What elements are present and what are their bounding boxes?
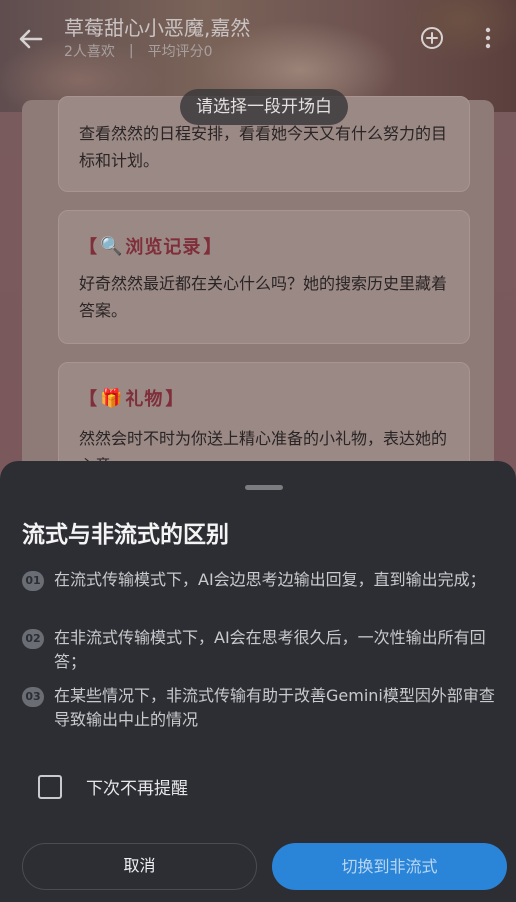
stats-separator: | xyxy=(128,43,134,59)
character-name: 草莓甜心小恶魔,嘉然 xyxy=(64,16,251,40)
character-stats: 2人喜欢 | 平均评分0 xyxy=(64,41,213,61)
dont-remind-checkbox[interactable] xyxy=(38,774,62,799)
info-item-text: 在流式传输模式下，AI会边思考边输出回复，直到输出完成； xyxy=(54,570,486,589)
arrow-left-icon xyxy=(19,29,43,49)
bracket-close: 】 xyxy=(165,389,185,410)
add-button[interactable] xyxy=(418,24,446,52)
drag-handle[interactable] xyxy=(245,485,283,490)
more-options-button[interactable] xyxy=(478,24,498,52)
cancel-button[interactable]: 取消 xyxy=(22,843,257,890)
card-title-text: 浏览记录 xyxy=(125,237,202,258)
back-button[interactable] xyxy=(14,22,48,56)
card-title-text: 礼物 xyxy=(125,389,164,410)
bottom-sheet: 流式与非流式的区别 xyxy=(0,461,516,902)
info-item: 01 在流式传输模式下，AI会边思考边输出回复，直到输出完成； xyxy=(22,568,498,592)
item-number-badge: 03 xyxy=(22,687,44,707)
switch-to-non-streaming-button[interactable]: 切换到非流式 xyxy=(272,843,507,890)
bracket-open: 【 xyxy=(79,389,98,410)
bracket-open: 【 xyxy=(79,237,98,258)
info-item: 03 在某些情况下，非流式传输有助于改善Gemini模型因外部审查导致输出中止的… xyxy=(22,684,498,732)
select-opening-hint: 请选择一段开场白 xyxy=(180,89,348,125)
opening-card-browse-history[interactable]: 【 🔍 浏览记录 】 好奇然然最近都在关心什么吗？她的搜索历史里藏着答案。 xyxy=(58,210,470,344)
opening-card-title: 【 🎁 礼物 】 xyxy=(79,385,184,411)
top-bar: 草莓甜心小恶魔,嘉然 2人喜欢 | 平均评分0 xyxy=(0,0,516,76)
opening-card-title: 【 🔍 浏览记录 】 xyxy=(79,233,222,259)
likes-count: 2人喜欢 xyxy=(64,44,115,60)
bracket-close: 】 xyxy=(203,237,223,258)
item-number-badge: 01 xyxy=(22,571,44,591)
opening-card-text: 好奇然然最近都在关心什么吗？她的搜索历史里藏着答案。 xyxy=(79,274,448,320)
opening-card-text: 查看然然的日程安排，看看她今天又有什么努力的目标和计划。 xyxy=(79,124,448,170)
sheet-title: 流式与非流式的区别 xyxy=(22,522,229,548)
plus-circle-icon xyxy=(421,27,443,49)
magnifier-icon: 🔍 xyxy=(100,235,124,257)
dont-remind-again-row[interactable]: 下次不再提醒 xyxy=(38,774,188,799)
more-vertical-icon xyxy=(485,27,491,49)
info-item-text: 在某些情况下，非流式传输有助于改善Gemini模型因外部审查导致输出中止的情况 xyxy=(54,686,495,729)
item-number-badge: 02 xyxy=(22,629,44,649)
info-item: 02 在非流式传输模式下，AI会在思考很久后，一次性输出所有回答； xyxy=(22,626,498,674)
gift-icon: 🎁 xyxy=(100,387,124,409)
dont-remind-label: 下次不再提醒 xyxy=(86,779,188,799)
info-item-text: 在非流式传输模式下，AI会在思考很久后，一次性输出所有回答； xyxy=(54,628,486,671)
average-rating: 平均评分0 xyxy=(147,44,213,60)
